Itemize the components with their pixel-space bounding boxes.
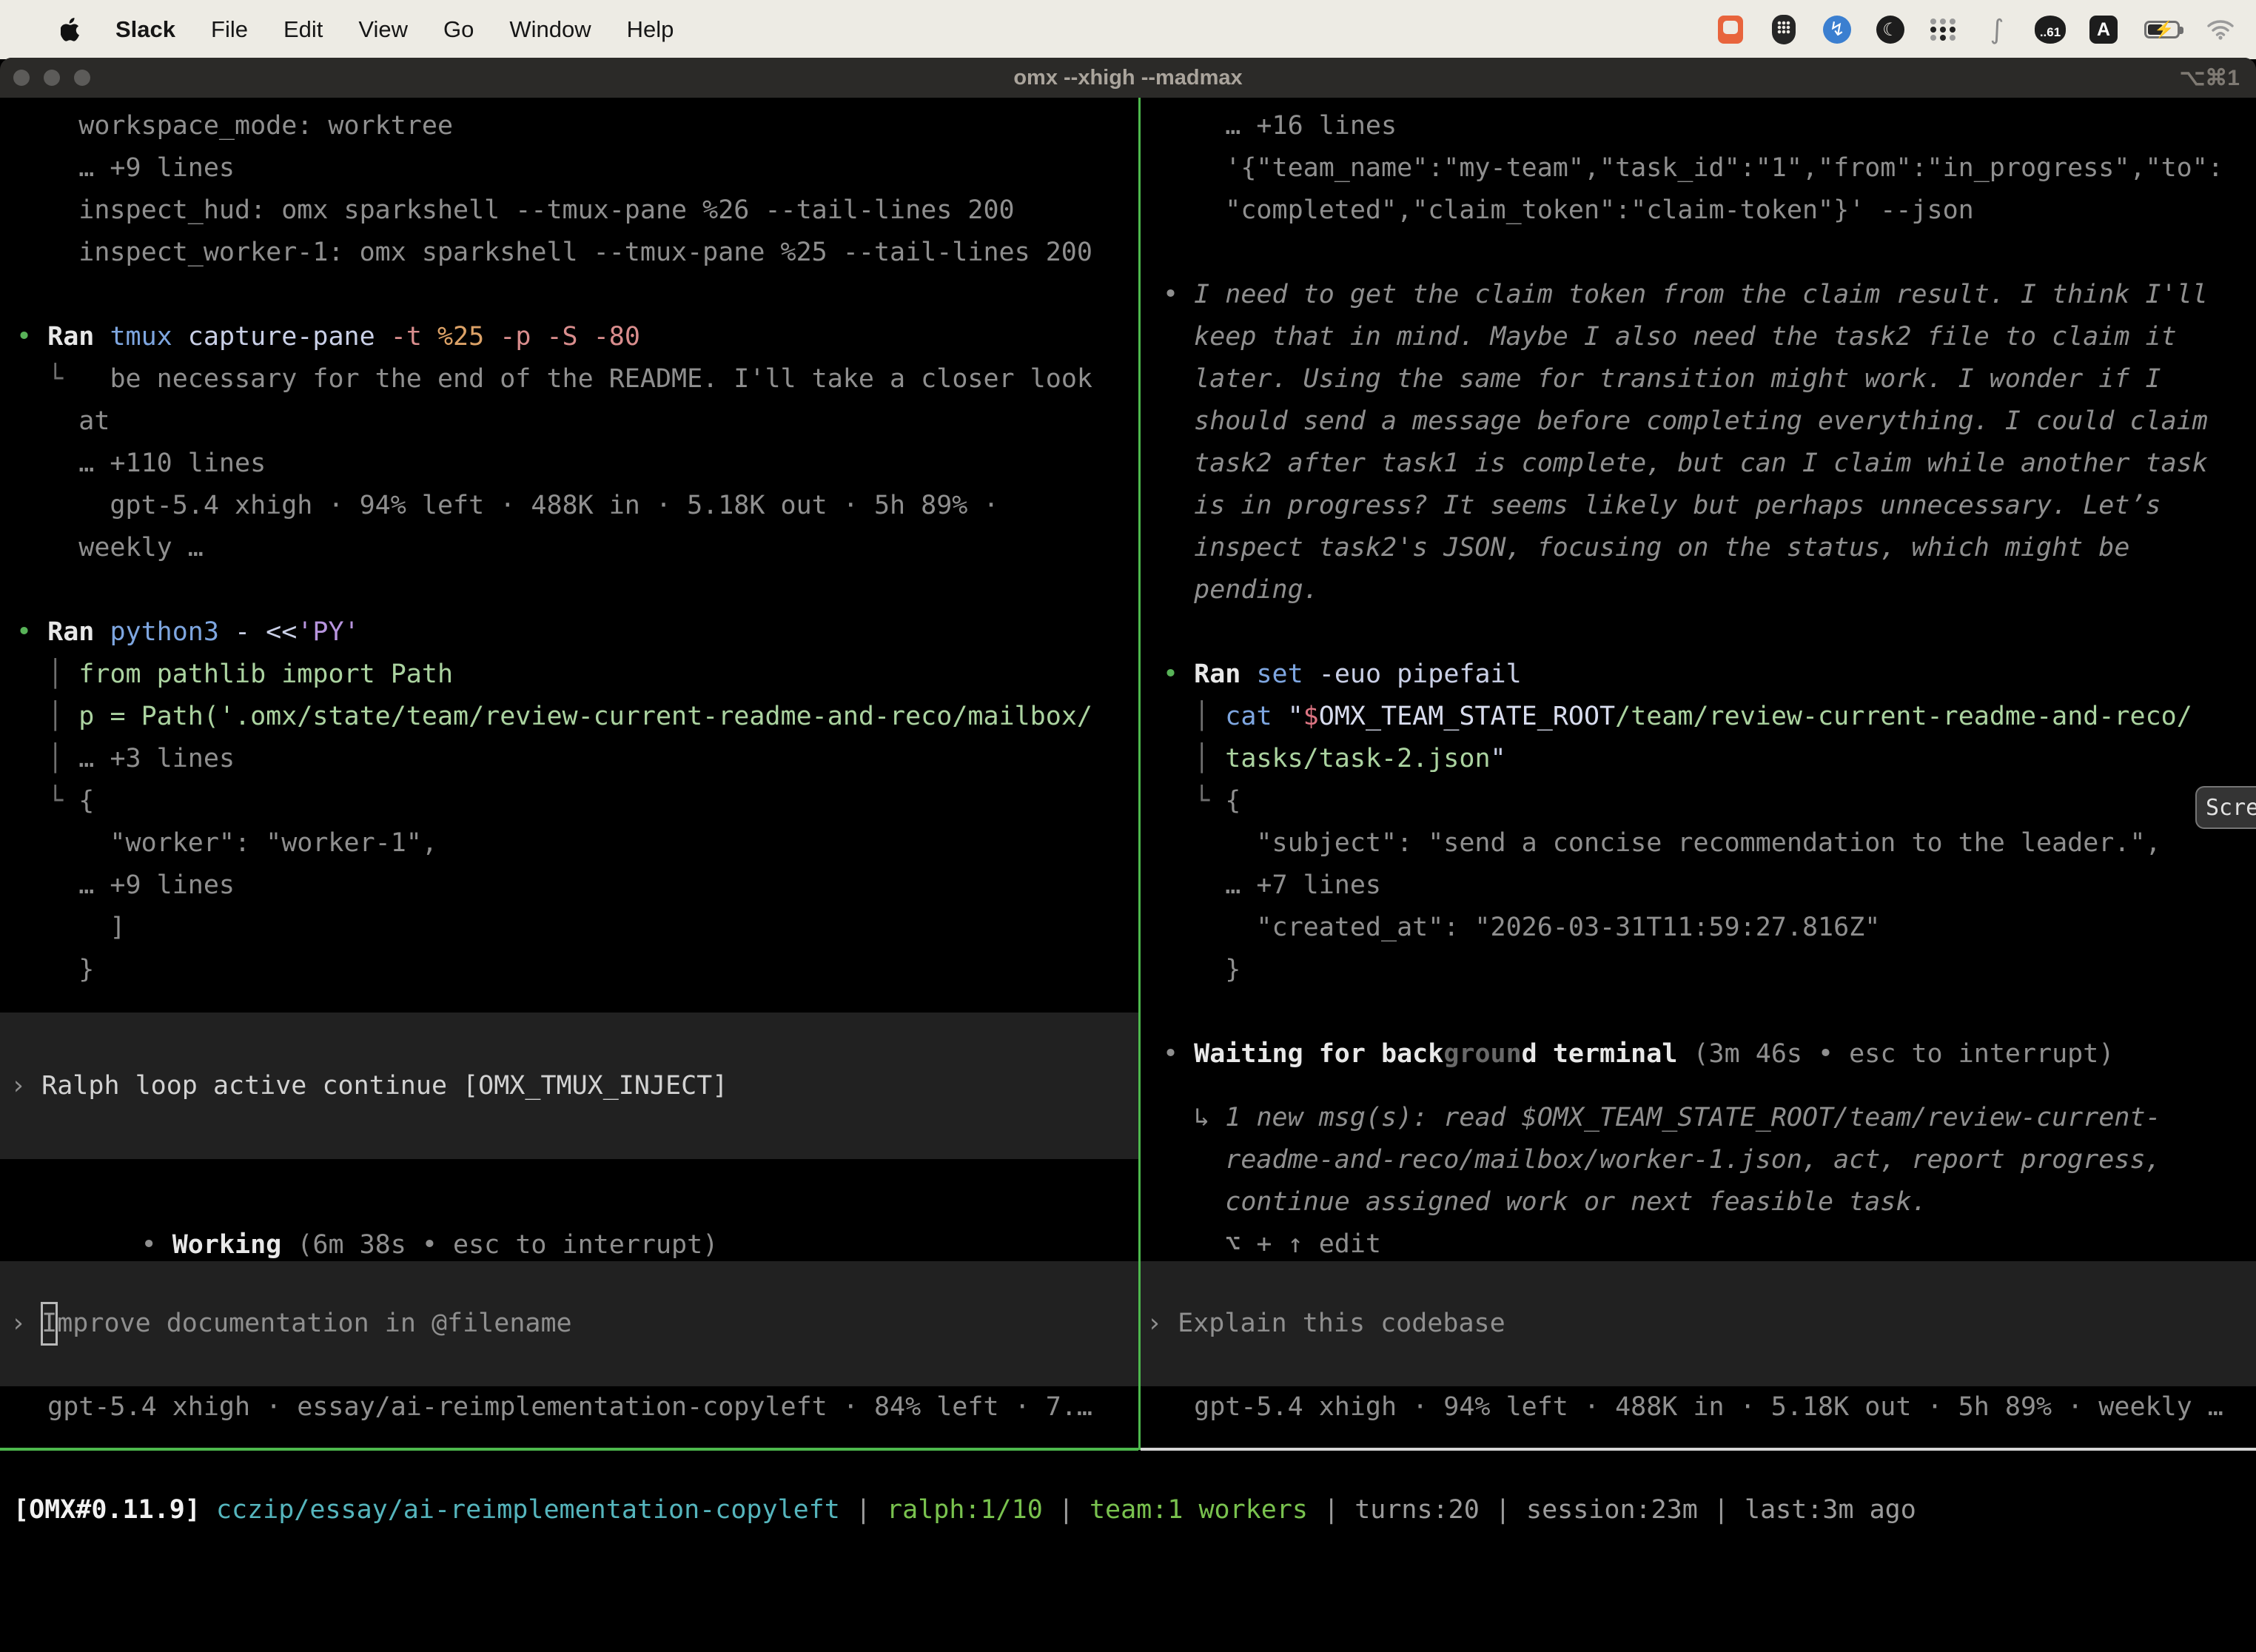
terminal-line: gpt-5.4 xhigh · 94% left · 488K in · 5.1…	[1141, 1386, 2256, 1428]
terminal-line: ]	[0, 907, 1138, 949]
tmux-pane-left[interactable]: › Ralph loop active continue [OMX_TMUX_I…	[0, 98, 1138, 1450]
traffic-lights	[13, 58, 90, 98]
terminal-line: keep that in mind. Maybe I also need the…	[1141, 316, 2256, 358]
working-detail: (6m 38s • esc to interrupt)	[281, 1230, 718, 1260]
moon-icon[interactable]: ☾	[1874, 13, 1907, 46]
terminal-line: readme-and-reco/mailbox/worker-1.json, a…	[1141, 1139, 2256, 1181]
terminal-line: continue assigned work or next feasible …	[1141, 1181, 2256, 1223]
prompt-chevron-icon: ›	[10, 1303, 41, 1345]
input-placeholder: Explain this codebase	[1178, 1303, 1505, 1345]
terminal-line: • Ran tmux capture-pane -t %25 -p -S -80	[0, 316, 1138, 358]
menu-bar-left: Slack File Edit View Go Window Help	[0, 1, 691, 58]
shield-icon[interactable]	[1767, 13, 1800, 46]
working-label: Working	[172, 1230, 282, 1260]
pane-border-bottom-left	[0, 1448, 1138, 1451]
terminal-line: … +9 lines	[0, 864, 1138, 907]
ralph-loop-panel: › Ralph loop active continue [OMX_TMUX_I…	[0, 1013, 1138, 1159]
right-prompt-input[interactable]: › Explain this codebase	[1141, 1261, 2256, 1386]
terminal-line: │ cat "$OMX_TEAM_STATE_ROOT/team/review-…	[1141, 696, 2256, 738]
hook-icon[interactable]: ∫	[1981, 13, 2013, 46]
terminal-line: │ from pathlib import Path	[0, 654, 1138, 696]
terminal-line: │ tasks/task-2.json"	[1141, 738, 2256, 780]
working-status-line: • Working (6m 38s • esc to interrupt)	[0, 1182, 1138, 1224]
terminal-line: … +7 lines	[1141, 864, 2256, 907]
terminal-line: └ {	[0, 780, 1138, 822]
pane-separator-vertical[interactable]	[1138, 98, 1141, 1450]
terminal-line: at	[0, 400, 1138, 443]
terminal-line: └ be necessary for the end of the README…	[0, 358, 1138, 400]
chat-app-icon[interactable]	[1714, 13, 1747, 46]
terminal-line: … +110 lines	[0, 443, 1138, 485]
terminal-line: … +9 lines	[0, 147, 1138, 189]
omx-status-line: [OMX#0.11.9] cczip/essay/ai-reimplementa…	[13, 1489, 2256, 1531]
terminal-line: task2 after task1 is complete, but can I…	[1141, 443, 2256, 485]
terminal-line: ⌥ + ↑ edit	[1141, 1223, 2256, 1266]
terminal-line: inspect_hud: omx sparkshell --tmux-pane …	[0, 189, 1138, 232]
zoom-button[interactable]	[74, 70, 90, 86]
apple-icon	[61, 18, 80, 41]
pane-border-bottom-right	[1141, 1448, 2256, 1451]
menu-item-go[interactable]: Go	[426, 1, 491, 58]
menu-item-edit[interactable]: Edit	[266, 1, 340, 58]
bolt-icon[interactable]: ↯	[1821, 13, 1853, 46]
prompt-chevron-icon: ›	[10, 1065, 41, 1107]
menu-item-window[interactable]: Window	[491, 1, 608, 58]
menu-item-file[interactable]: File	[193, 1, 266, 58]
terminal-line: • I need to get the claim token from the…	[1141, 274, 2256, 316]
terminal-line: │ p = Path('.omx/state/team/review-curre…	[0, 696, 1138, 738]
terminal-line: [OMX#0.11.9] cczip/essay/ai-reimplementa…	[13, 1489, 2256, 1531]
terminal-line: • Waiting for background terminal (3m 46…	[1141, 1033, 2256, 1075]
wifi-icon[interactable]	[2204, 13, 2237, 46]
left-prompt-input[interactable]: › Improve documentation in @filename	[0, 1261, 1138, 1386]
terminal-line: gpt-5.4 xhigh · 94% left · 488K in · 5.1…	[0, 485, 1138, 527]
menu-bar: Slack File Edit View Go Window Help ↯ ☾ …	[0, 0, 2256, 59]
apple-menu[interactable]	[43, 1, 98, 58]
menu-app-name[interactable]: Slack	[98, 1, 193, 58]
terminal-window: omx --xhigh --madmax ⌥⌘1 › Ralph loop ac…	[0, 58, 2256, 1634]
terminal-line: weekly …	[0, 527, 1138, 569]
terminal-line: }	[0, 949, 1138, 991]
terminal-line: inspect task2's JSON, focusing on the st…	[1141, 527, 2256, 569]
battery-icon[interactable]	[2141, 13, 2183, 46]
terminal-line: "subject": "send a concise recommendatio…	[1141, 822, 2256, 864]
terminal-line: workspace_mode: worktree	[0, 105, 1138, 147]
terminal-line: }	[1141, 949, 2256, 991]
grid-icon[interactable]	[1927, 13, 1960, 46]
terminal-line: "completed","claim_token":"claim-token"}…	[1141, 189, 2256, 232]
menu-bar-status-icons: ↯ ☾ ∫ ..61 A	[1714, 1, 2256, 58]
count-badge-icon[interactable]: ..61	[2034, 13, 2067, 46]
window-titlebar[interactable]: omx --xhigh --madmax ⌥⌘1	[0, 58, 2256, 98]
menu-item-help[interactable]: Help	[609, 1, 692, 58]
close-button[interactable]	[13, 70, 30, 86]
terminal-line: should send a message before completing …	[1141, 400, 2256, 443]
input-placeholder: mprove documentation in @filename	[57, 1303, 571, 1345]
terminal-line: • Ran python3 - <<'PY'	[0, 611, 1138, 654]
terminal-line: is in progress? It seems likely but perh…	[1141, 485, 2256, 527]
window-shortcut-hint: ⌥⌘1	[2180, 58, 2240, 98]
menu-item-view[interactable]: View	[340, 1, 426, 58]
terminal-line: └ {	[1141, 780, 2256, 822]
tmux-pane-right[interactable]: › Explain this codebase … +16 lines '{"t…	[1141, 98, 2256, 1450]
ralph-loop-text: Ralph loop active continue [OMX_TMUX_INJ…	[41, 1065, 728, 1107]
terminal-line: • Ran set -euo pipefail	[1141, 654, 2256, 696]
minimize-button[interactable]	[44, 70, 60, 86]
prompt-chevron-icon: ›	[1147, 1303, 1178, 1345]
terminal-line: pending.	[1141, 569, 2256, 611]
terminal-content: › Ralph loop active continue [OMX_TMUX_I…	[0, 98, 2256, 1634]
terminal-line: … +16 lines	[1141, 105, 2256, 147]
keyboard-layout-icon[interactable]: A	[2087, 13, 2120, 46]
terminal-line: inspect_worker-1: omx sparkshell --tmux-…	[0, 232, 1138, 274]
terminal-line: "worker": "worker-1",	[0, 822, 1138, 864]
terminal-line: gpt-5.4 xhigh · essay/ai-reimplementatio…	[0, 1386, 1138, 1428]
screen-share-overlay-button[interactable]: Scre	[2195, 786, 2256, 829]
terminal-line: ↳ 1 new msg(s): read $OMX_TEAM_STATE_ROO…	[1141, 1097, 2256, 1139]
terminal-line: later. Using the same for transition mig…	[1141, 358, 2256, 400]
text-cursor: I	[41, 1303, 57, 1345]
terminal-line: '{"team_name":"my-team","task_id":"1","f…	[1141, 147, 2256, 189]
terminal-line: │ … +3 lines	[0, 738, 1138, 780]
terminal-line: "created_at": "2026-03-31T11:59:27.816Z"	[1141, 907, 2256, 949]
window-title: omx --xhigh --madmax	[1013, 66, 1242, 90]
